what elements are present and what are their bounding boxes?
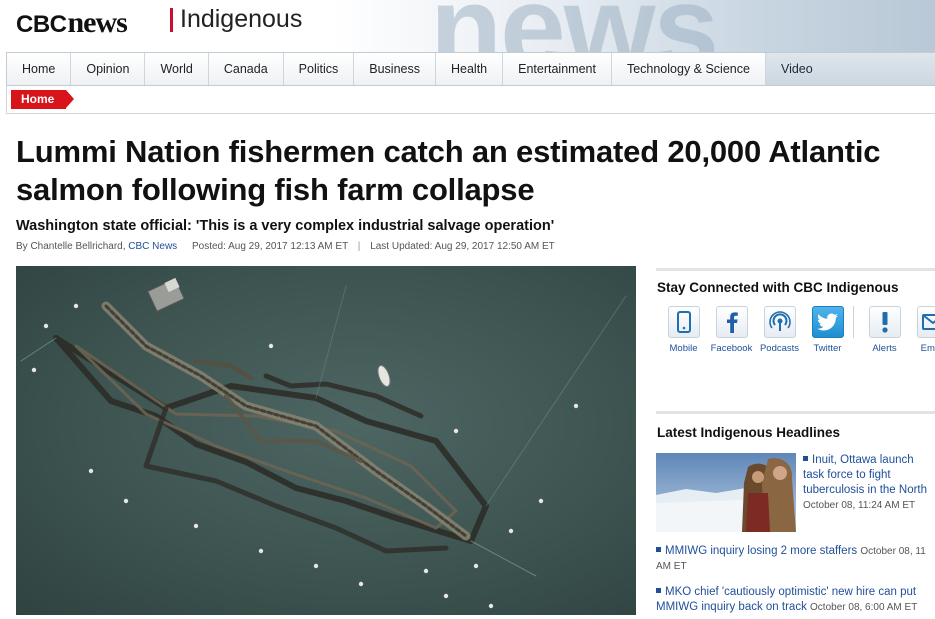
social-mobile[interactable]: Mobile [659, 306, 708, 354]
nav-fill [827, 53, 935, 85]
headline-thumbnail[interactable] [656, 453, 796, 532]
masthead: news CBC news Indigenous [0, 0, 935, 52]
headline-date: October 08, 6:00 AM ET [810, 602, 918, 613]
headline-date: October 08, 11:24 AM ET [803, 500, 916, 511]
byline-posted: Posted: Aug 29, 2017 12:13 AM ET [191, 241, 349, 252]
article-byline: By Chantelle Bellrichard, CBC News Poste… [16, 241, 555, 252]
latest-headlines-title: Latest Indigenous Headlines [657, 425, 841, 440]
byline-updated: Last Updated: Aug 29, 2017 12:50 AM ET [370, 241, 555, 252]
headline-bullet [803, 456, 808, 461]
logo-news: news [67, 6, 128, 39]
stay-connected-title: Stay Connected with CBC Indigenous [657, 280, 899, 295]
headline-item[interactable]: MKO chief 'cautiously optimistic' new hi… [656, 585, 935, 615]
social-links: Mobile Facebook Podcasts Twitter Alerts … [659, 306, 935, 354]
cbc-news-logo[interactable]: CBC news [16, 6, 128, 39]
nav-canada[interactable]: Canada [209, 53, 284, 85]
byline-separator: | [357, 241, 361, 252]
headline-bullet [656, 547, 661, 552]
podcast-icon [763, 306, 796, 338]
headline-title: Inuit, Ottawa launch task force to fight… [803, 454, 928, 496]
social-divider [853, 306, 854, 338]
nav-world[interactable]: World [145, 53, 209, 85]
social-email[interactable]: Email [908, 306, 935, 354]
nav-technology-science[interactable]: Technology & Science [612, 53, 766, 85]
sidebar-rule-headlines [656, 411, 935, 414]
article-photo [16, 266, 636, 615]
headline-bullet [656, 588, 661, 593]
nav-entertainment[interactable]: Entertainment [503, 53, 612, 85]
email-icon [916, 306, 935, 338]
headline-thumbnail-image [656, 453, 796, 532]
breadcrumb: Home [6, 86, 935, 114]
nav-health[interactable]: Health [436, 53, 504, 85]
sidebar-rule-top [656, 268, 935, 271]
nav-home[interactable]: Home [7, 53, 72, 85]
social-twitter[interactable]: Twitter [803, 306, 852, 354]
social-facebook[interactable]: Facebook [707, 306, 756, 354]
mobile-icon [667, 306, 700, 338]
social-email-label: Email [920, 343, 935, 354]
breadcrumb-home[interactable]: Home [11, 90, 75, 109]
alert-icon [868, 306, 901, 338]
social-twitter-label: Twitter [813, 343, 842, 354]
fish-farm-aerial-image [20, 277, 627, 609]
headline-item[interactable]: MMIWG inquiry losing 2 more staffers Oct… [656, 544, 935, 574]
section-divider [170, 8, 173, 32]
social-alerts[interactable]: Alerts [860, 306, 909, 354]
article-subhead: Washington state official: 'This is a ve… [16, 218, 555, 234]
headline-title: MMIWG inquiry losing 2 more staffers [665, 545, 858, 557]
nav-politics[interactable]: Politics [284, 53, 355, 85]
social-podcasts[interactable]: Podcasts [755, 306, 804, 354]
social-mobile-label: Mobile [669, 343, 698, 354]
main-nav: Home Opinion World Canada Politics Busin… [6, 52, 935, 86]
twitter-icon [811, 306, 844, 338]
byline-outlet-link[interactable]: CBC News [128, 241, 177, 252]
section-title[interactable]: Indigenous [180, 5, 302, 34]
nav-video[interactable]: Video [765, 53, 828, 85]
byline-author: By Chantelle Bellrichard, [16, 241, 126, 252]
social-podcasts-label: Podcasts [759, 343, 800, 354]
social-facebook-label: Facebook [710, 343, 753, 354]
logo-cbc: CBC [16, 11, 67, 38]
headline-item[interactable]: Inuit, Ottawa launch task force to fight… [803, 453, 935, 513]
masthead-background-word: news [430, 0, 719, 52]
facebook-icon [715, 306, 748, 338]
nav-opinion[interactable]: Opinion [71, 53, 146, 85]
article-headline: Lummi Nation fishermen catch an estimate… [16, 134, 881, 207]
nav-business[interactable]: Business [354, 53, 436, 85]
social-alerts-label: Alerts [872, 343, 897, 354]
